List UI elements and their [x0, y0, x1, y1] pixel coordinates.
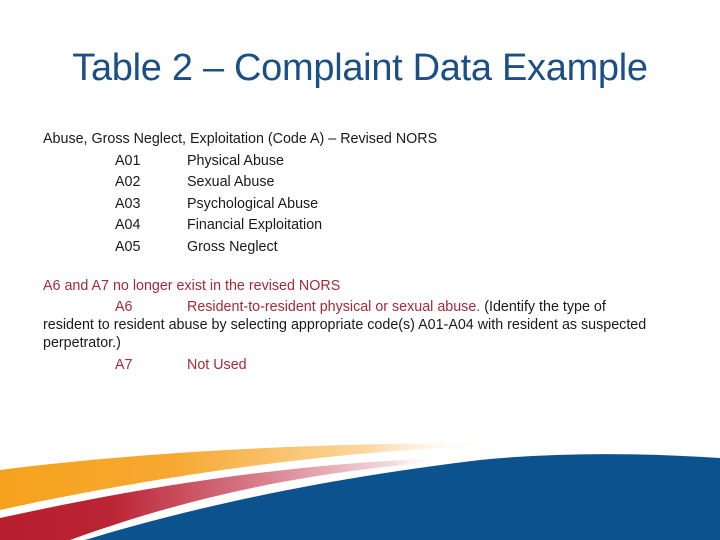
code-id: A04	[115, 217, 141, 233]
removed-code-a7: A7 Not Used	[43, 355, 683, 377]
code-row: A05 Gross Neglect	[43, 237, 683, 259]
removed-code-a6: A6 Resident-to-resident physical or sexua…	[43, 298, 683, 352]
code-id: A03	[115, 195, 141, 212]
code-description: Not Used	[187, 356, 247, 373]
code-note: (Identify the type of	[480, 298, 606, 315]
code-id: A01	[115, 152, 141, 169]
code-description: Psychological Abuse	[187, 195, 319, 212]
code-id: A6	[115, 298, 133, 315]
code-id: A7	[115, 356, 133, 373]
code-id: A02	[115, 174, 141, 190]
slide-title: Table 2 – Complaint Data Example	[72, 47, 648, 89]
code-row: A02 Sexual Abuse	[43, 172, 683, 194]
code-description: Resident-to-resident physical or sexual …	[187, 298, 481, 315]
decorative-swoosh	[0, 443, 720, 540]
code-description: Gross Neglect	[187, 238, 278, 255]
code-row: A04 Financial Exploitation	[43, 215, 683, 237]
code-row: A01 Physical Abuse	[43, 151, 683, 173]
code-row: A03 Psychological Abuse	[43, 194, 683, 216]
removed-codes-heading: A6 and A7 no longer exist in the revised…	[43, 278, 341, 294]
code-description: Sexual Abuse	[187, 174, 275, 190]
slide-body: Abuse, Gross Neglect, Exploitation (Code…	[43, 129, 683, 376]
code-note-continued: resident to resident abuse by selecting …	[43, 316, 647, 351]
code-description: Physical Abuse	[187, 152, 284, 169]
code-id: A05	[115, 238, 141, 255]
section-heading: Abuse, Gross Neglect, Exploitation (Code…	[43, 131, 438, 147]
code-description: Financial Exploitation	[187, 217, 323, 233]
